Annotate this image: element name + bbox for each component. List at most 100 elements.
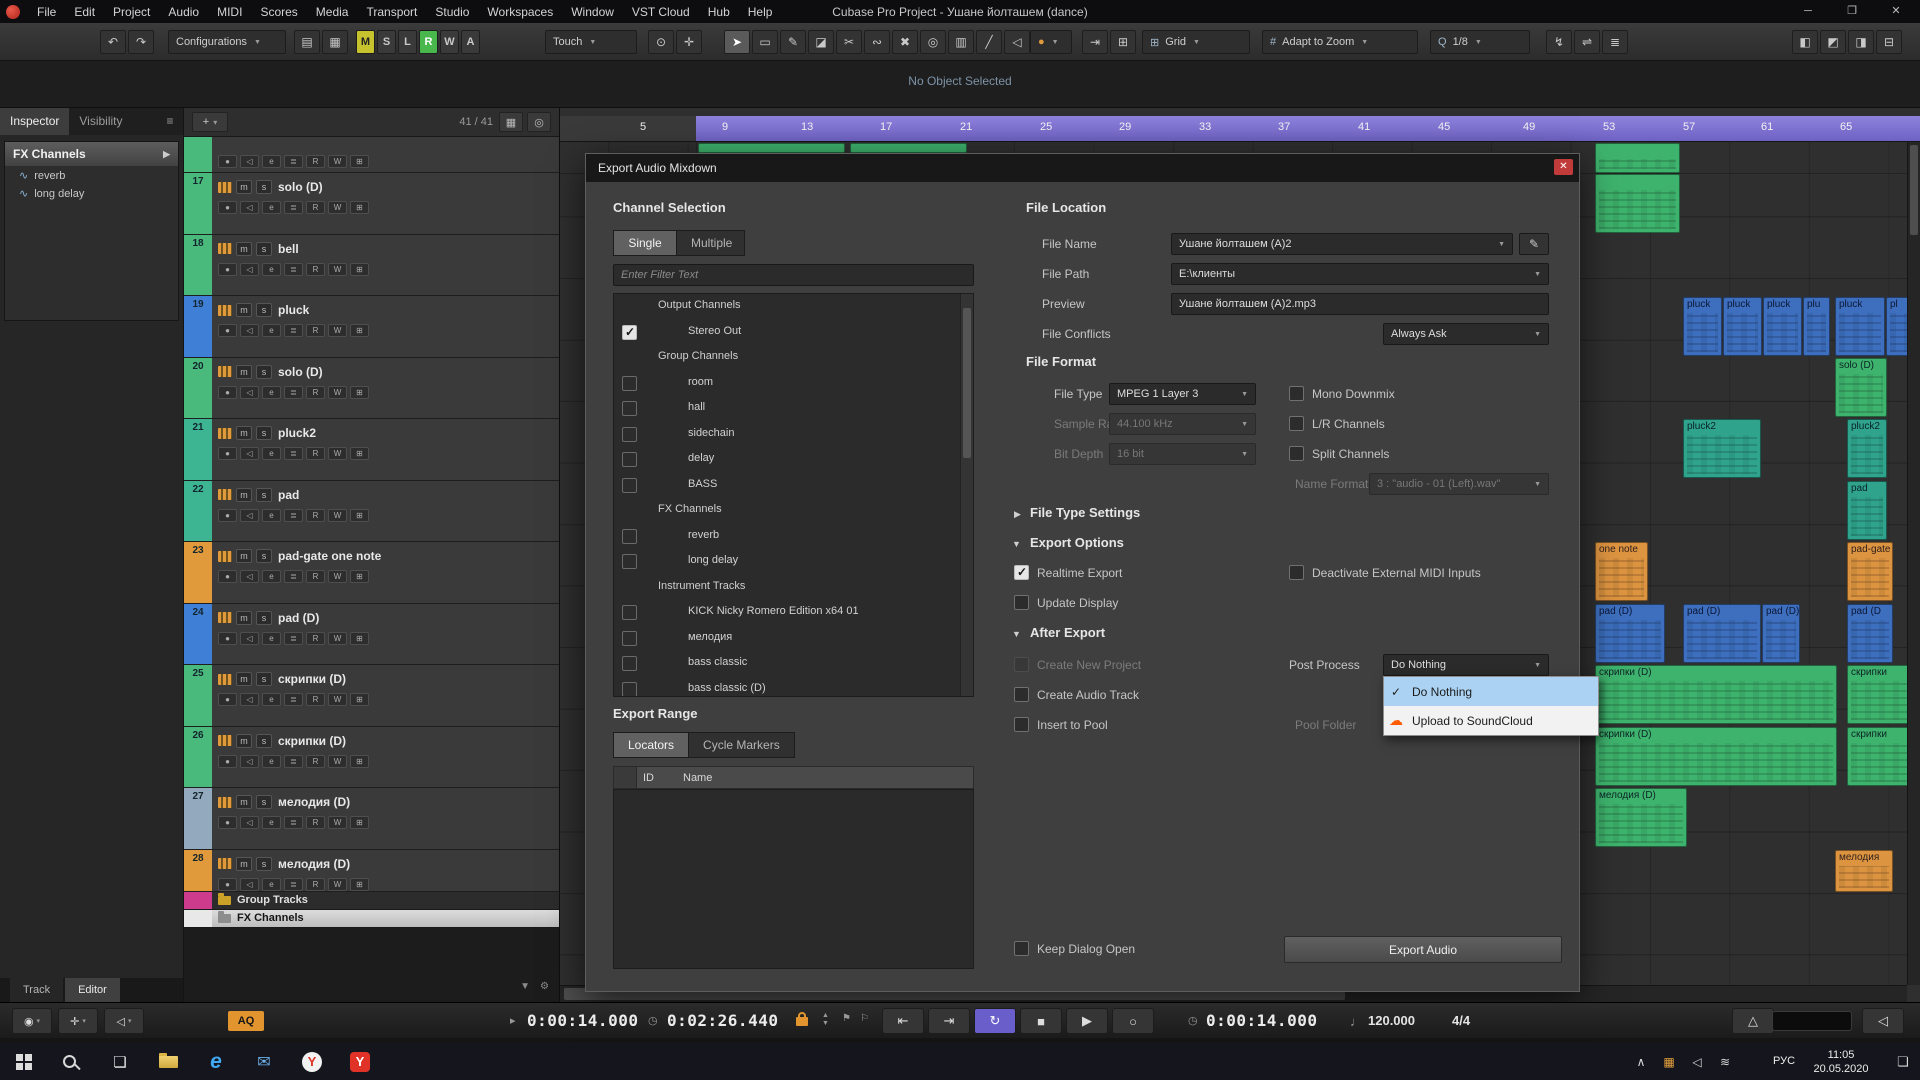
channel-strip-button[interactable]: ⊞ — [350, 755, 369, 768]
menu-item[interactable]: Hub — [699, 5, 739, 19]
channel-item[interactable]: FX Channels — [614, 498, 973, 524]
zone-tab[interactable]: Editor — [65, 978, 120, 1002]
record-enable-button[interactable]: ● — [218, 201, 237, 214]
channel-checkbox[interactable] — [622, 427, 637, 442]
vertical-scrollbar[interactable] — [1907, 142, 1920, 985]
automation-write-button[interactable]: W — [328, 324, 347, 337]
solo-button[interactable]: s — [256, 303, 272, 317]
channel-item[interactable]: мелодия — [614, 626, 973, 652]
mute-button[interactable]: m — [236, 365, 252, 379]
channel-item[interactable]: KICK Nicky Romero Edition x64 01 — [614, 600, 973, 626]
inserts-state-button[interactable]: ≣ — [284, 386, 303, 399]
playhead-time-display[interactable]: 0:00:14.000 — [1206, 1011, 1317, 1030]
menu-item[interactable]: Edit — [65, 5, 104, 19]
automation-mute-button[interactable]: M — [356, 30, 375, 54]
zone-tab[interactable]: Track — [10, 978, 63, 1002]
racks-icon[interactable]: ▦ — [322, 30, 348, 54]
monitor-button[interactable]: ◁ — [240, 201, 259, 214]
lr-channels-checkbox[interactable] — [1289, 416, 1304, 431]
inserts-state-button[interactable]: ≣ — [284, 201, 303, 214]
inspector-tab[interactable]: Visibility — [69, 108, 132, 135]
marker-flag-outline-icon[interactable]: ⚐ — [860, 1015, 869, 1023]
record-enable-button[interactable]: ● — [218, 324, 237, 337]
yandex-app-button[interactable]: Y — [336, 1043, 384, 1080]
language-indicator[interactable]: РУС — [1762, 1043, 1806, 1080]
edge-button[interactable]: e — [192, 1043, 240, 1080]
record-enable-button[interactable]: ● — [218, 263, 237, 276]
create-audio-track-checkbox[interactable] — [1014, 687, 1029, 702]
automation-read-button[interactable]: R — [306, 155, 325, 168]
automation-write-button[interactable]: W — [328, 816, 347, 829]
edit-channel-button[interactable]: e — [262, 755, 281, 768]
metronome-button[interactable]: △ — [1732, 1008, 1774, 1034]
record-enable-button[interactable]: ● — [218, 386, 237, 399]
channel-item[interactable]: Instrument Tracks — [614, 575, 973, 601]
automation-read-button[interactable]: R — [306, 816, 325, 829]
grid-type-select[interactable]: ⊞ Grid — [1142, 30, 1250, 54]
menu-item[interactable]: Studio — [426, 5, 478, 19]
channel-checkbox[interactable] — [622, 376, 637, 391]
volume-icon[interactable]: ◁ — [1684, 1043, 1710, 1080]
filter-input[interactable] — [613, 264, 974, 286]
midi-clip[interactable]: мелодия — [1835, 850, 1893, 892]
timeline-ruler[interactable]: 591317212529333741454953576165 — [560, 116, 1920, 142]
inserts-state-button[interactable]: ≣ — [284, 324, 303, 337]
play-button[interactable]: ▶ — [1066, 1008, 1108, 1034]
edit-channel-button[interactable]: e — [262, 201, 281, 214]
record-enable-button[interactable]: ● — [218, 816, 237, 829]
track-row[interactable]: 24 m s pad (D) ● ◁ e ≣ — [184, 604, 559, 666]
channel-checkbox[interactable] — [622, 401, 637, 416]
audio-alignment-icon[interactable]: ⇌ — [1574, 30, 1600, 54]
record-enable-button[interactable]: ● — [218, 878, 237, 891]
edit-channel-button[interactable]: e — [262, 570, 281, 583]
midi-clip[interactable]: pluck — [1683, 297, 1722, 356]
split-tool-icon[interactable]: ✂ — [836, 30, 862, 54]
channel-checkbox[interactable] — [622, 478, 637, 493]
export-audio-button[interactable]: Export Audio — [1284, 936, 1562, 963]
menu-item-do-nothing[interactable]: ✓ Do Nothing — [1384, 677, 1598, 706]
automation-write-button[interactable]: W — [328, 386, 347, 399]
midi-clip[interactable]: pluck — [1835, 297, 1885, 356]
channel-strip-button[interactable]: ⊞ — [350, 447, 369, 460]
track-row[interactable]: 26 m s скрипки (D) ● ◁ e ≣ — [184, 727, 559, 789]
network-icon[interactable]: ≋ — [1712, 1043, 1738, 1080]
search-button[interactable] — [48, 1043, 96, 1080]
track-row-partial[interactable]: ● ◁ e ≣ R W ⊞ — [184, 137, 559, 173]
monitor-button[interactable]: ◁ — [240, 509, 259, 522]
channel-checkbox[interactable] — [622, 529, 637, 544]
automation-listen-button[interactable]: L — [398, 30, 417, 54]
mute-button[interactable]: m — [236, 426, 252, 440]
automation-solo-button[interactable]: S — [377, 30, 396, 54]
fx-channel-item[interactable]: ∿ reverb — [5, 166, 178, 184]
monitor-button[interactable]: ◁ — [240, 693, 259, 706]
menu-item[interactable]: Scores — [251, 5, 306, 19]
midi-clip[interactable]: pad (D) — [1683, 604, 1761, 663]
keep-dialog-open-checkbox[interactable] — [1014, 941, 1029, 956]
channel-strip-button[interactable]: ⊞ — [350, 878, 369, 891]
track-row[interactable]: 28 m s мелодия (D) ● ◁ e ≣ — [184, 850, 559, 892]
track-filter-icon[interactable]: ▦ — [499, 112, 523, 132]
audition-tool-icon[interactable]: ◁ — [1004, 30, 1030, 54]
channel-checkbox[interactable] — [622, 325, 637, 340]
tab-cycle-markers[interactable]: Cycle Markers — [689, 732, 795, 758]
record-enable-button[interactable]: ● — [218, 570, 237, 583]
file-name-edit-button[interactable]: ✎ — [1519, 233, 1549, 255]
yandex-browser-button[interactable]: Y — [288, 1043, 336, 1080]
midi-clip[interactable]: pad (D — [1847, 604, 1893, 663]
automation-write-button[interactable]: W — [328, 570, 347, 583]
channel-checkbox[interactable] — [622, 631, 637, 646]
solo-button[interactable]: s — [256, 365, 272, 379]
automation-read-button[interactable]: R — [306, 755, 325, 768]
automation-read-button[interactable]: R — [419, 30, 438, 54]
midi-clip[interactable]: pad (D) — [1762, 604, 1800, 663]
monitor-level-button[interactable]: ◁ — [1862, 1008, 1904, 1034]
track-row[interactable]: 25 m s скрипки (D) ● ◁ e ≣ — [184, 665, 559, 727]
common-record-modes-button[interactable]: ◉▾ — [12, 1008, 52, 1034]
inserts-state-button[interactable]: ≣ — [284, 447, 303, 460]
track-row[interactable]: 27 m s мелодия (D) ● ◁ e ≣ — [184, 788, 559, 850]
close-button[interactable]: ✕ — [1874, 0, 1918, 23]
midi-clip[interactable]: pad (D) — [1595, 604, 1665, 663]
midi-clip[interactable]: мелодия (D) — [1595, 788, 1687, 847]
automation-write-button[interactable]: W — [328, 509, 347, 522]
line-tool-icon[interactable]: ╱ — [976, 30, 1002, 54]
